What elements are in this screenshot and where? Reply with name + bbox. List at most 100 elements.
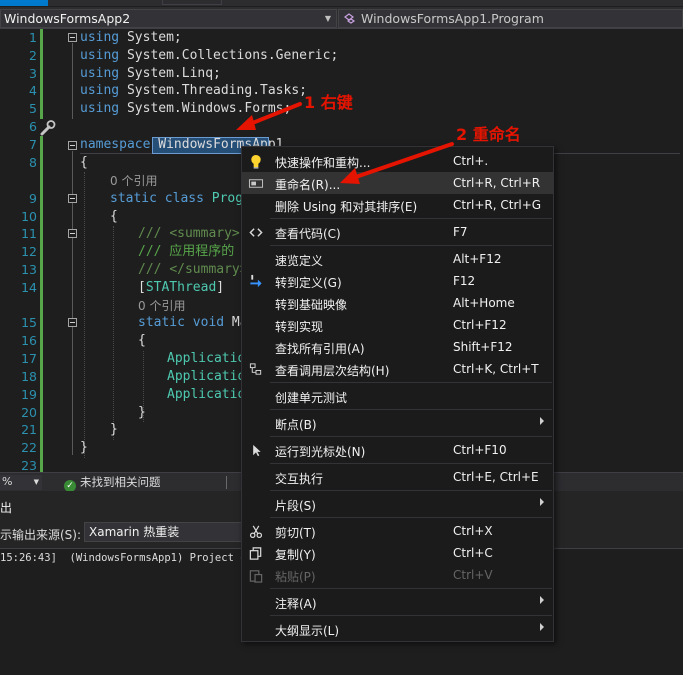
code-line: [STAThread] — [138, 280, 225, 295]
class-icon — [344, 13, 356, 24]
cursor-icon — [253, 444, 261, 457]
code-line: static void Ma — [138, 315, 248, 330]
project-dropdown[interactable]: WindowsFormsApp2 ▼ — [0, 9, 337, 28]
menu-separator — [270, 409, 552, 410]
lightbulb-icon — [251, 154, 261, 169]
issues-text: 未找到相关问题 — [80, 475, 161, 489]
codelens-references[interactable]: 0 个引用 — [138, 297, 185, 314]
line-number: 10 — [21, 209, 37, 224]
line-number: 3 — [29, 66, 37, 81]
line-number: 5 — [29, 101, 37, 116]
line-number: 12 — [21, 244, 37, 259]
menu-separator — [270, 588, 552, 589]
menu-item-go-to-definition[interactable]: 转到定义(G) F12 — [242, 270, 553, 292]
code-icon — [249, 228, 263, 237]
outline-line — [72, 43, 73, 119]
code-line: } — [110, 422, 118, 437]
line-number: 18 — [21, 369, 37, 384]
line-number: 4 — [29, 83, 37, 98]
code-line: using System.Collections.Generic; — [80, 48, 339, 63]
menu-item-outlining[interactable]: 大纲显示(L) — [242, 618, 553, 640]
menu-item-go-to-implementation[interactable]: 转到实现 Ctrl+F12 — [242, 314, 553, 336]
code-line: } — [80, 440, 88, 455]
menu-item-quick-actions[interactable]: 快速操作和重构... Ctrl+. — [242, 150, 553, 172]
code-line: /// </summary> — [138, 262, 248, 277]
line-number: 17 — [21, 351, 37, 366]
menu-separator — [270, 463, 552, 464]
menu-item-comment[interactable]: 注释(A) — [242, 591, 553, 613]
collapse-icon[interactable] — [68, 194, 77, 203]
menu-item-breakpoint[interactable]: 断点(B) — [242, 412, 553, 434]
zoom-dropdown[interactable]: % ▼ — [0, 475, 42, 490]
menu-separator — [270, 218, 552, 219]
submenu-arrow-icon — [540, 596, 544, 604]
menu-item-run-to-cursor[interactable]: 运行到光标处(N) Ctrl+F10 — [242, 439, 553, 461]
code-line: using System.Linq; — [80, 66, 221, 81]
code-line: { — [110, 209, 118, 224]
codelens-references[interactable]: 0 个引用 — [110, 172, 157, 189]
menu-separator — [270, 490, 552, 491]
line-number: 7 — [29, 137, 37, 152]
indent-guide — [84, 172, 85, 458]
zoom-level: % — [2, 475, 13, 488]
code-line: { — [138, 333, 146, 348]
navigation-bar: WindowsFormsApp2 ▼ WindowsFormsApp1.Prog… — [0, 7, 683, 29]
code-line: { — [80, 155, 88, 170]
line-number: 9 — [29, 191, 37, 206]
submenu-arrow-icon — [540, 623, 544, 631]
line-number: 21 — [21, 422, 37, 437]
menu-separator — [270, 517, 552, 518]
menu-item-peek-definition[interactable]: 速览定义 Alt+F12 — [242, 248, 553, 270]
change-marker — [40, 29, 43, 119]
document-tab-strip — [0, 0, 683, 6]
menu-item-view-code[interactable]: 查看代码(C) F7 — [242, 221, 553, 243]
line-number: 13 — [21, 262, 37, 277]
line-number: 20 — [21, 405, 37, 420]
call-hierarchy-icon — [249, 363, 262, 375]
menu-separator — [270, 382, 552, 383]
menu-item-create-unit-tests[interactable]: 创建单元测试 — [242, 385, 553, 407]
menu-item-cut[interactable]: 剪切(T) Ctrl+X — [242, 520, 553, 542]
menu-item-paste[interactable]: 粘贴(P) Ctrl+V — [242, 564, 553, 586]
code-line: using System; — [80, 30, 182, 45]
submenu-arrow-icon — [540, 498, 544, 506]
collapse-icon[interactable] — [68, 318, 77, 327]
menu-item-snippets[interactable]: 片段(S) — [242, 493, 553, 515]
goto-definition-icon — [250, 274, 262, 288]
type-dropdown[interactable]: WindowsFormsApp1.Program — [338, 9, 683, 28]
menu-separator — [270, 245, 552, 246]
output-source-dropdown[interactable]: Xamarin 热重装 — [84, 522, 244, 542]
project-name: WindowsFormsApp2 — [4, 11, 131, 26]
menu-item-go-to-base[interactable]: 转到基础映像 Alt+Home — [242, 292, 553, 314]
copy-icon — [249, 547, 262, 560]
menu-item-find-all-references[interactable]: 查找所有引用(A) Shift+F12 — [242, 336, 553, 358]
type-name: WindowsFormsApp1.Program — [361, 11, 544, 26]
active-document-tab[interactable] — [0, 0, 48, 6]
collapse-icon[interactable] — [68, 141, 77, 150]
quick-actions-icon[interactable] — [38, 119, 58, 137]
context-menu: 快速操作和重构... Ctrl+. 重命名(R)... Ctrl+R, Ctrl… — [241, 146, 554, 642]
menu-separator — [270, 436, 552, 437]
chevron-down-icon: ▼ — [324, 14, 331, 23]
code-line: /// <summary> — [138, 226, 240, 241]
line-number-gutter: 1 2 3 4 5 6 7 8 9 10 11 12 13 14 15 16 1… — [0, 29, 40, 473]
cut-icon — [249, 525, 263, 539]
collapse-icon[interactable] — [68, 229, 77, 238]
menu-item-call-hierarchy[interactable]: 查看调用层次结构(H) Ctrl+K, Ctrl+T — [242, 358, 553, 380]
line-number: 11 — [21, 226, 37, 241]
code-line: using System.Threading.Tasks; — [80, 83, 307, 98]
line-number: 14 — [21, 280, 37, 295]
annotation-step-1: 1 右键 — [304, 93, 353, 112]
line-number: 15 — [21, 315, 37, 330]
line-number: 6 — [29, 119, 37, 134]
issues-indicator[interactable]: ✓ 未找到相关问题 — [64, 475, 161, 492]
menu-item-copy[interactable]: 复制(Y) Ctrl+C — [242, 542, 553, 564]
code-line: static class Progr — [110, 191, 251, 206]
line-number: 8 — [29, 155, 37, 170]
menu-item-rename[interactable]: 重命名(R)... Ctrl+R, Ctrl+R — [242, 172, 553, 194]
document-tab[interactable] — [162, 0, 222, 5]
menu-item-remove-sort-usings[interactable]: 删除 Using 和对其排序(E) Ctrl+R, Ctrl+G — [242, 194, 553, 216]
collapse-icon[interactable] — [68, 33, 77, 42]
indent-guide — [113, 226, 114, 440]
menu-item-execute-interactive[interactable]: 交互执行 Ctrl+E, Ctrl+E — [242, 466, 553, 488]
